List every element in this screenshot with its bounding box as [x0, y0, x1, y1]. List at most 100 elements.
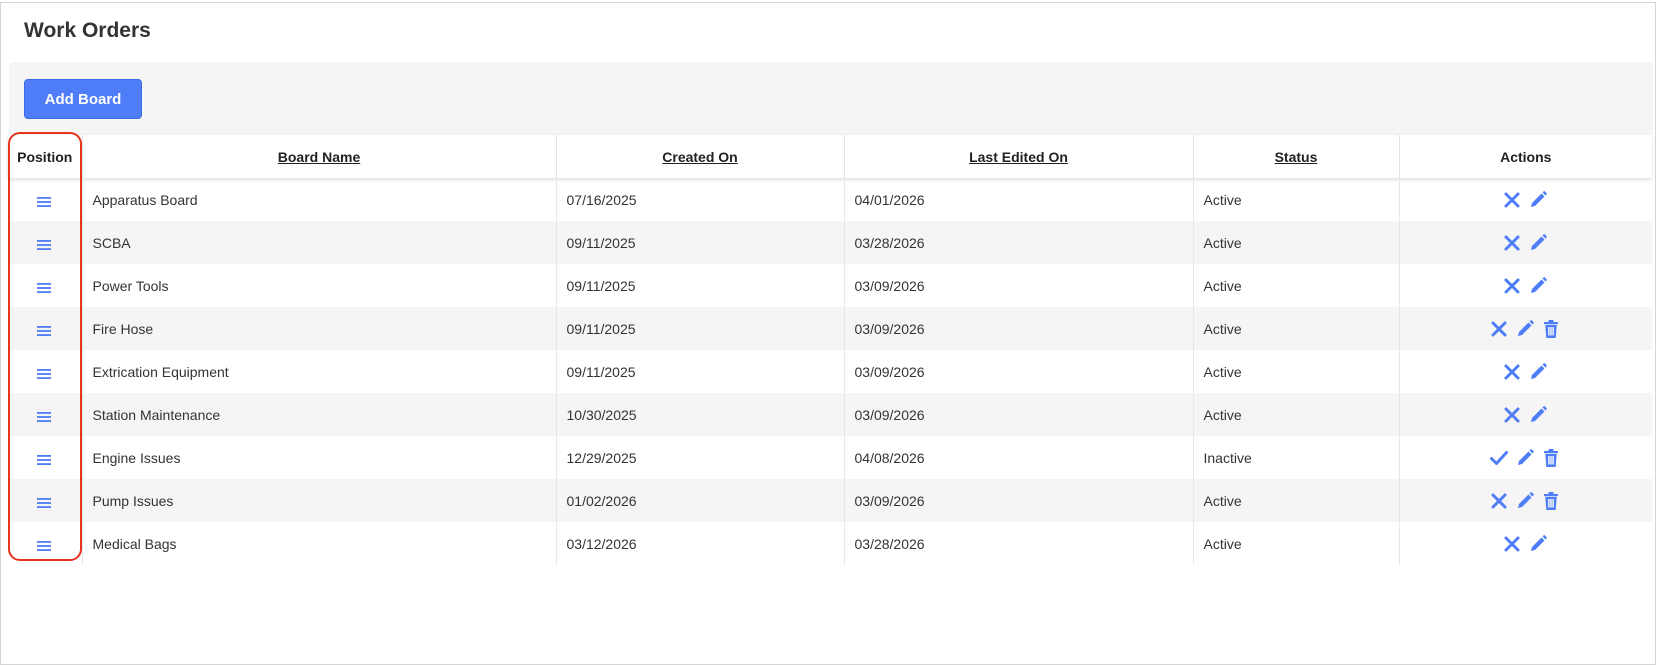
- close-icon[interactable]: [1502, 190, 1522, 210]
- position-cell: [8, 436, 83, 479]
- boards-table-container: Position Board Name Created On Last Edit…: [8, 135, 1652, 565]
- created-on-cell: 03/12/2026: [556, 522, 845, 565]
- drag-handle-icon[interactable]: [37, 496, 52, 508]
- last-edited-on-cell: 03/09/2026: [844, 264, 1194, 307]
- table-header-row: Position Board Name Created On Last Edit…: [8, 135, 1652, 178]
- board-name-cell: Fire Hose: [82, 307, 557, 350]
- drag-handle-icon[interactable]: [37, 281, 52, 293]
- pencil-icon[interactable]: [1515, 319, 1535, 339]
- sort-created-on[interactable]: Created On: [662, 149, 737, 165]
- last-edited-on-cell: 03/09/2026: [844, 307, 1194, 350]
- trash-icon[interactable]: [1541, 448, 1561, 468]
- close-icon[interactable]: [1489, 491, 1509, 511]
- actions-cell: [1399, 264, 1652, 307]
- close-icon[interactable]: [1489, 319, 1509, 339]
- status-cell: Active: [1193, 479, 1400, 522]
- actions-cell: [1399, 436, 1652, 479]
- status-cell: Active: [1193, 264, 1400, 307]
- position-cell: [8, 307, 83, 350]
- pencil-icon[interactable]: [1515, 491, 1535, 511]
- sort-board-name[interactable]: Board Name: [278, 149, 360, 165]
- header-position: Position: [8, 135, 83, 178]
- pencil-icon[interactable]: [1528, 190, 1548, 210]
- created-on-cell: 01/02/2026: [556, 479, 845, 522]
- drag-handle-icon[interactable]: [37, 367, 52, 379]
- close-icon[interactable]: [1502, 362, 1522, 382]
- actions-cell: [1399, 350, 1652, 393]
- drag-handle-icon[interactable]: [37, 324, 52, 336]
- page-title: Work Orders: [24, 19, 151, 42]
- status-cell: Active: [1193, 522, 1400, 565]
- pencil-icon[interactable]: [1528, 233, 1548, 253]
- created-on-cell: 10/30/2025: [556, 393, 845, 436]
- table-row: Extrication Equipment 09/11/2025 03/09/202…: [8, 350, 1652, 393]
- table-row: Pump Issues 01/02/2026 03/09/2026 Active: [8, 479, 1652, 522]
- created-on-cell: 09/11/2025: [556, 264, 845, 307]
- close-icon[interactable]: [1502, 534, 1522, 554]
- position-cell: [8, 264, 83, 307]
- pencil-icon[interactable]: [1528, 276, 1548, 296]
- header-status[interactable]: Status: [1193, 135, 1400, 178]
- board-name-cell: Power Tools: [82, 264, 557, 307]
- created-on-cell: 09/11/2025: [556, 307, 845, 350]
- table-row: Engine Issues 12/29/2025 04/08/2026 Inactiv…: [8, 436, 1652, 479]
- table-row: Power Tools 09/11/2025 03/09/2026 Active: [8, 264, 1652, 307]
- table-row: Apparatus Board 07/16/2025 04/01/2026 Activ…: [8, 178, 1652, 221]
- actions-cell: [1399, 479, 1652, 522]
- table-row: Fire Hose 09/11/2025 03/09/2026 Active: [8, 307, 1652, 350]
- table-row: Station Maintenance 10/30/2025 03/09/2026 A…: [8, 393, 1652, 436]
- toolbar: Add Board: [9, 62, 1653, 137]
- position-cell: [8, 221, 83, 264]
- board-name-cell: Engine Issues: [82, 436, 557, 479]
- close-icon[interactable]: [1502, 276, 1522, 296]
- status-cell: Active: [1193, 221, 1400, 264]
- sort-last-edited-on[interactable]: Last Edited On: [969, 149, 1068, 165]
- drag-handle-icon[interactable]: [37, 410, 52, 422]
- position-cell: [8, 350, 83, 393]
- created-on-cell: 07/16/2025: [556, 178, 845, 221]
- position-cell: [8, 393, 83, 436]
- header-created-on[interactable]: Created On: [556, 135, 845, 178]
- table-body: Apparatus Board 07/16/2025 04/01/2026 Activ…: [8, 178, 1652, 565]
- status-cell: Active: [1193, 178, 1400, 221]
- sort-status[interactable]: Status: [1275, 149, 1318, 165]
- actions-cell: [1399, 307, 1652, 350]
- pencil-icon[interactable]: [1528, 362, 1548, 382]
- header-actions: Actions: [1399, 135, 1652, 178]
- drag-handle-icon[interactable]: [37, 539, 52, 551]
- actions-cell: [1399, 522, 1652, 565]
- pencil-icon[interactable]: [1528, 534, 1548, 554]
- status-cell: Active: [1193, 307, 1400, 350]
- actions-cell: [1399, 221, 1652, 264]
- last-edited-on-cell: 03/09/2026: [844, 350, 1194, 393]
- last-edited-on-cell: 03/09/2026: [844, 393, 1194, 436]
- board-name-cell: Medical Bags: [82, 522, 557, 565]
- status-cell: Active: [1193, 350, 1400, 393]
- created-on-cell: 09/11/2025: [556, 221, 845, 264]
- trash-icon[interactable]: [1541, 319, 1561, 339]
- drag-handle-icon[interactable]: [37, 238, 52, 250]
- pencil-icon[interactable]: [1528, 405, 1548, 425]
- close-icon[interactable]: [1502, 233, 1522, 253]
- check-icon[interactable]: [1489, 448, 1509, 468]
- position-cell: [8, 178, 83, 221]
- trash-icon[interactable]: [1541, 491, 1561, 511]
- position-cell: [8, 522, 83, 565]
- close-icon[interactable]: [1502, 405, 1522, 425]
- boards-table: Position Board Name Created On Last Edit…: [8, 135, 1652, 565]
- last-edited-on-cell: 04/01/2026: [844, 178, 1194, 221]
- add-board-button[interactable]: Add Board: [24, 79, 142, 119]
- status-cell: Inactive: [1193, 436, 1400, 479]
- pencil-icon[interactable]: [1515, 448, 1535, 468]
- drag-handle-icon[interactable]: [37, 195, 52, 207]
- table-row: SCBA 09/11/2025 03/28/2026 Active: [8, 221, 1652, 264]
- last-edited-on-cell: 03/28/2026: [844, 522, 1194, 565]
- table-row: Medical Bags 03/12/2026 03/28/2026 Active: [8, 522, 1652, 565]
- board-name-cell: Station Maintenance: [82, 393, 557, 436]
- drag-handle-icon[interactable]: [37, 453, 52, 465]
- header-last-edited-on[interactable]: Last Edited On: [844, 135, 1194, 178]
- last-edited-on-cell: 04/08/2026: [844, 436, 1194, 479]
- position-cell: [8, 479, 83, 522]
- last-edited-on-cell: 03/28/2026: [844, 221, 1194, 264]
- header-board-name[interactable]: Board Name: [82, 135, 557, 178]
